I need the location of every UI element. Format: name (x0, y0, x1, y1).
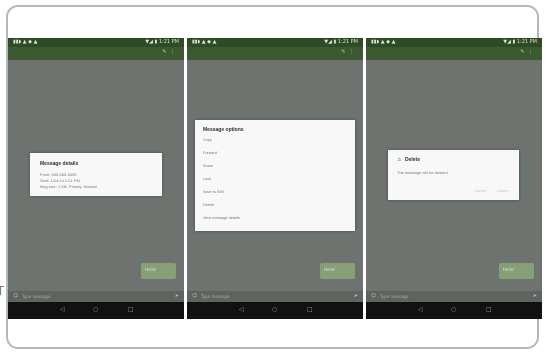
option-share[interactable]: Share (195, 160, 355, 173)
phone-screen-options: ▮▮◗ ▲ ◆ ▲ ▼◢ ▮ 1:21 PM ✎ ⋮ Message optio… (187, 38, 363, 319)
status-icons-left: ▮▮◗ ▲ ◆ ▲ (371, 39, 396, 45)
message-bubble-text: Hello! (324, 267, 336, 272)
home-icon[interactable]: ○ (272, 307, 277, 313)
message-input-placeholder[interactable]: Type message (201, 294, 229, 299)
emoji-icon[interactable]: ☺ (192, 293, 197, 299)
status-icons-left: ▮▮◗ ▲ ◆ ▲ (13, 39, 38, 45)
android-nav-bar: ◁ ○ □ (8, 302, 184, 319)
message-options-dialog: Message options Copy Forward Share Lock … (195, 120, 355, 231)
details-size: Msg size: 1 KB, Priority: Normal (40, 184, 97, 189)
option-save-to-sim[interactable]: Save to SIM (195, 186, 355, 199)
status-bar: ▮▮◗ ▲ ◆ ▲ ▼◢ ▮ 1:21 PM (187, 38, 363, 47)
message-bubble-text: Hello! (503, 267, 515, 272)
message-input-placeholder[interactable]: Type message (380, 294, 408, 299)
status-time: ▼◢ ▮ 1:21 PM (503, 39, 537, 45)
home-icon[interactable]: ○ (451, 307, 456, 313)
send-icon[interactable]: ➤ (175, 293, 179, 299)
message-bubble[interactable]: Hello! (141, 263, 176, 279)
send-icon[interactable]: ➤ (533, 293, 537, 299)
message-input-bar[interactable]: ☺ Type message ➤ (8, 291, 184, 302)
home-icon[interactable]: ○ (93, 307, 98, 313)
status-bar: ▮▮◗ ▲ ◆ ▲ ▼◢ ▮ 1:21 PM (366, 38, 542, 47)
back-icon[interactable]: ◁ (239, 307, 244, 313)
warning-icon: ⚠ (397, 157, 402, 163)
message-options-list: Copy Forward Share Lock Save to SIM Dele… (195, 134, 355, 225)
emoji-icon[interactable]: ☺ (13, 293, 18, 299)
delete-dialog: ⚠ Delete The message will be deleted. Ca… (388, 150, 519, 200)
phone-screen-details: ▮▮◗ ▲ ◆ ▲ ▼◢ ▮ 1:21 PM ✎ ⋮ Message detai… (8, 38, 184, 319)
message-details-title: Message details (40, 161, 79, 167)
message-details-dialog: Message details From: 555-555-5555 Sent:… (30, 153, 162, 196)
conversation-action-bar: ✎ ⋮ (8, 47, 184, 60)
message-details-lines: From: 555-555-5555 Sent: 1/24/14 1:21 PM… (40, 172, 96, 190)
message-input-bar[interactable]: ☺ Type message ➤ (187, 291, 363, 302)
delete-button[interactable]: Delete (497, 188, 509, 193)
action-bar-icons[interactable]: ✎ ⋮ (520, 49, 534, 55)
status-time: ▼◢ ▮ 1:21 PM (324, 39, 358, 45)
android-nav-bar: ◁ ○ □ (187, 302, 363, 319)
android-nav-bar: ◁ ○ □ (366, 302, 542, 319)
cancel-button[interactable]: Cancel (474, 188, 486, 193)
conversation-action-bar: ✎ ⋮ (366, 47, 542, 60)
emoji-icon[interactable]: ☺ (371, 293, 376, 299)
status-bar: ▮▮◗ ▲ ◆ ▲ ▼◢ ▮ 1:21 PM (8, 38, 184, 47)
recent-apps-icon[interactable]: □ (486, 307, 492, 313)
option-lock[interactable]: Lock (195, 173, 355, 186)
option-view-details[interactable]: View message details (195, 212, 355, 225)
delete-dialog-message: The message will be deleted. (397, 170, 449, 175)
message-bubble[interactable]: Hello! (320, 263, 355, 279)
delete-dialog-title: Delete (405, 157, 421, 163)
message-bubble[interactable]: Hello! (499, 263, 534, 279)
status-time: ▼◢ ▮ 1:21 PM (145, 39, 179, 45)
action-bar-icons[interactable]: ✎ ⋮ (162, 49, 176, 55)
phone-screen-delete: ▮▮◗ ▲ ◆ ▲ ▼◢ ▮ 1:21 PM ✎ ⋮ ⚠ Delete The … (366, 38, 542, 319)
message-bubble-text: Hello! (145, 267, 157, 272)
recent-apps-icon[interactable]: □ (128, 307, 134, 313)
frame-side-mark (0, 286, 4, 295)
message-input-placeholder[interactable]: Type message (22, 294, 50, 299)
recent-apps-icon[interactable]: □ (307, 307, 313, 313)
option-delete[interactable]: Delete (195, 199, 355, 212)
message-options-title: Message options (203, 127, 244, 133)
message-input-bar[interactable]: ☺ Type message ➤ (366, 291, 542, 302)
action-bar-icons[interactable]: ✎ ⋮ (341, 49, 355, 55)
option-forward[interactable]: Forward (195, 147, 355, 160)
send-icon[interactable]: ➤ (354, 293, 358, 299)
conversation-action-bar: ✎ ⋮ (187, 47, 363, 60)
status-icons-left: ▮▮◗ ▲ ◆ ▲ (192, 39, 217, 45)
back-icon[interactable]: ◁ (418, 307, 423, 313)
back-icon[interactable]: ◁ (60, 307, 65, 313)
option-copy[interactable]: Copy (195, 134, 355, 147)
